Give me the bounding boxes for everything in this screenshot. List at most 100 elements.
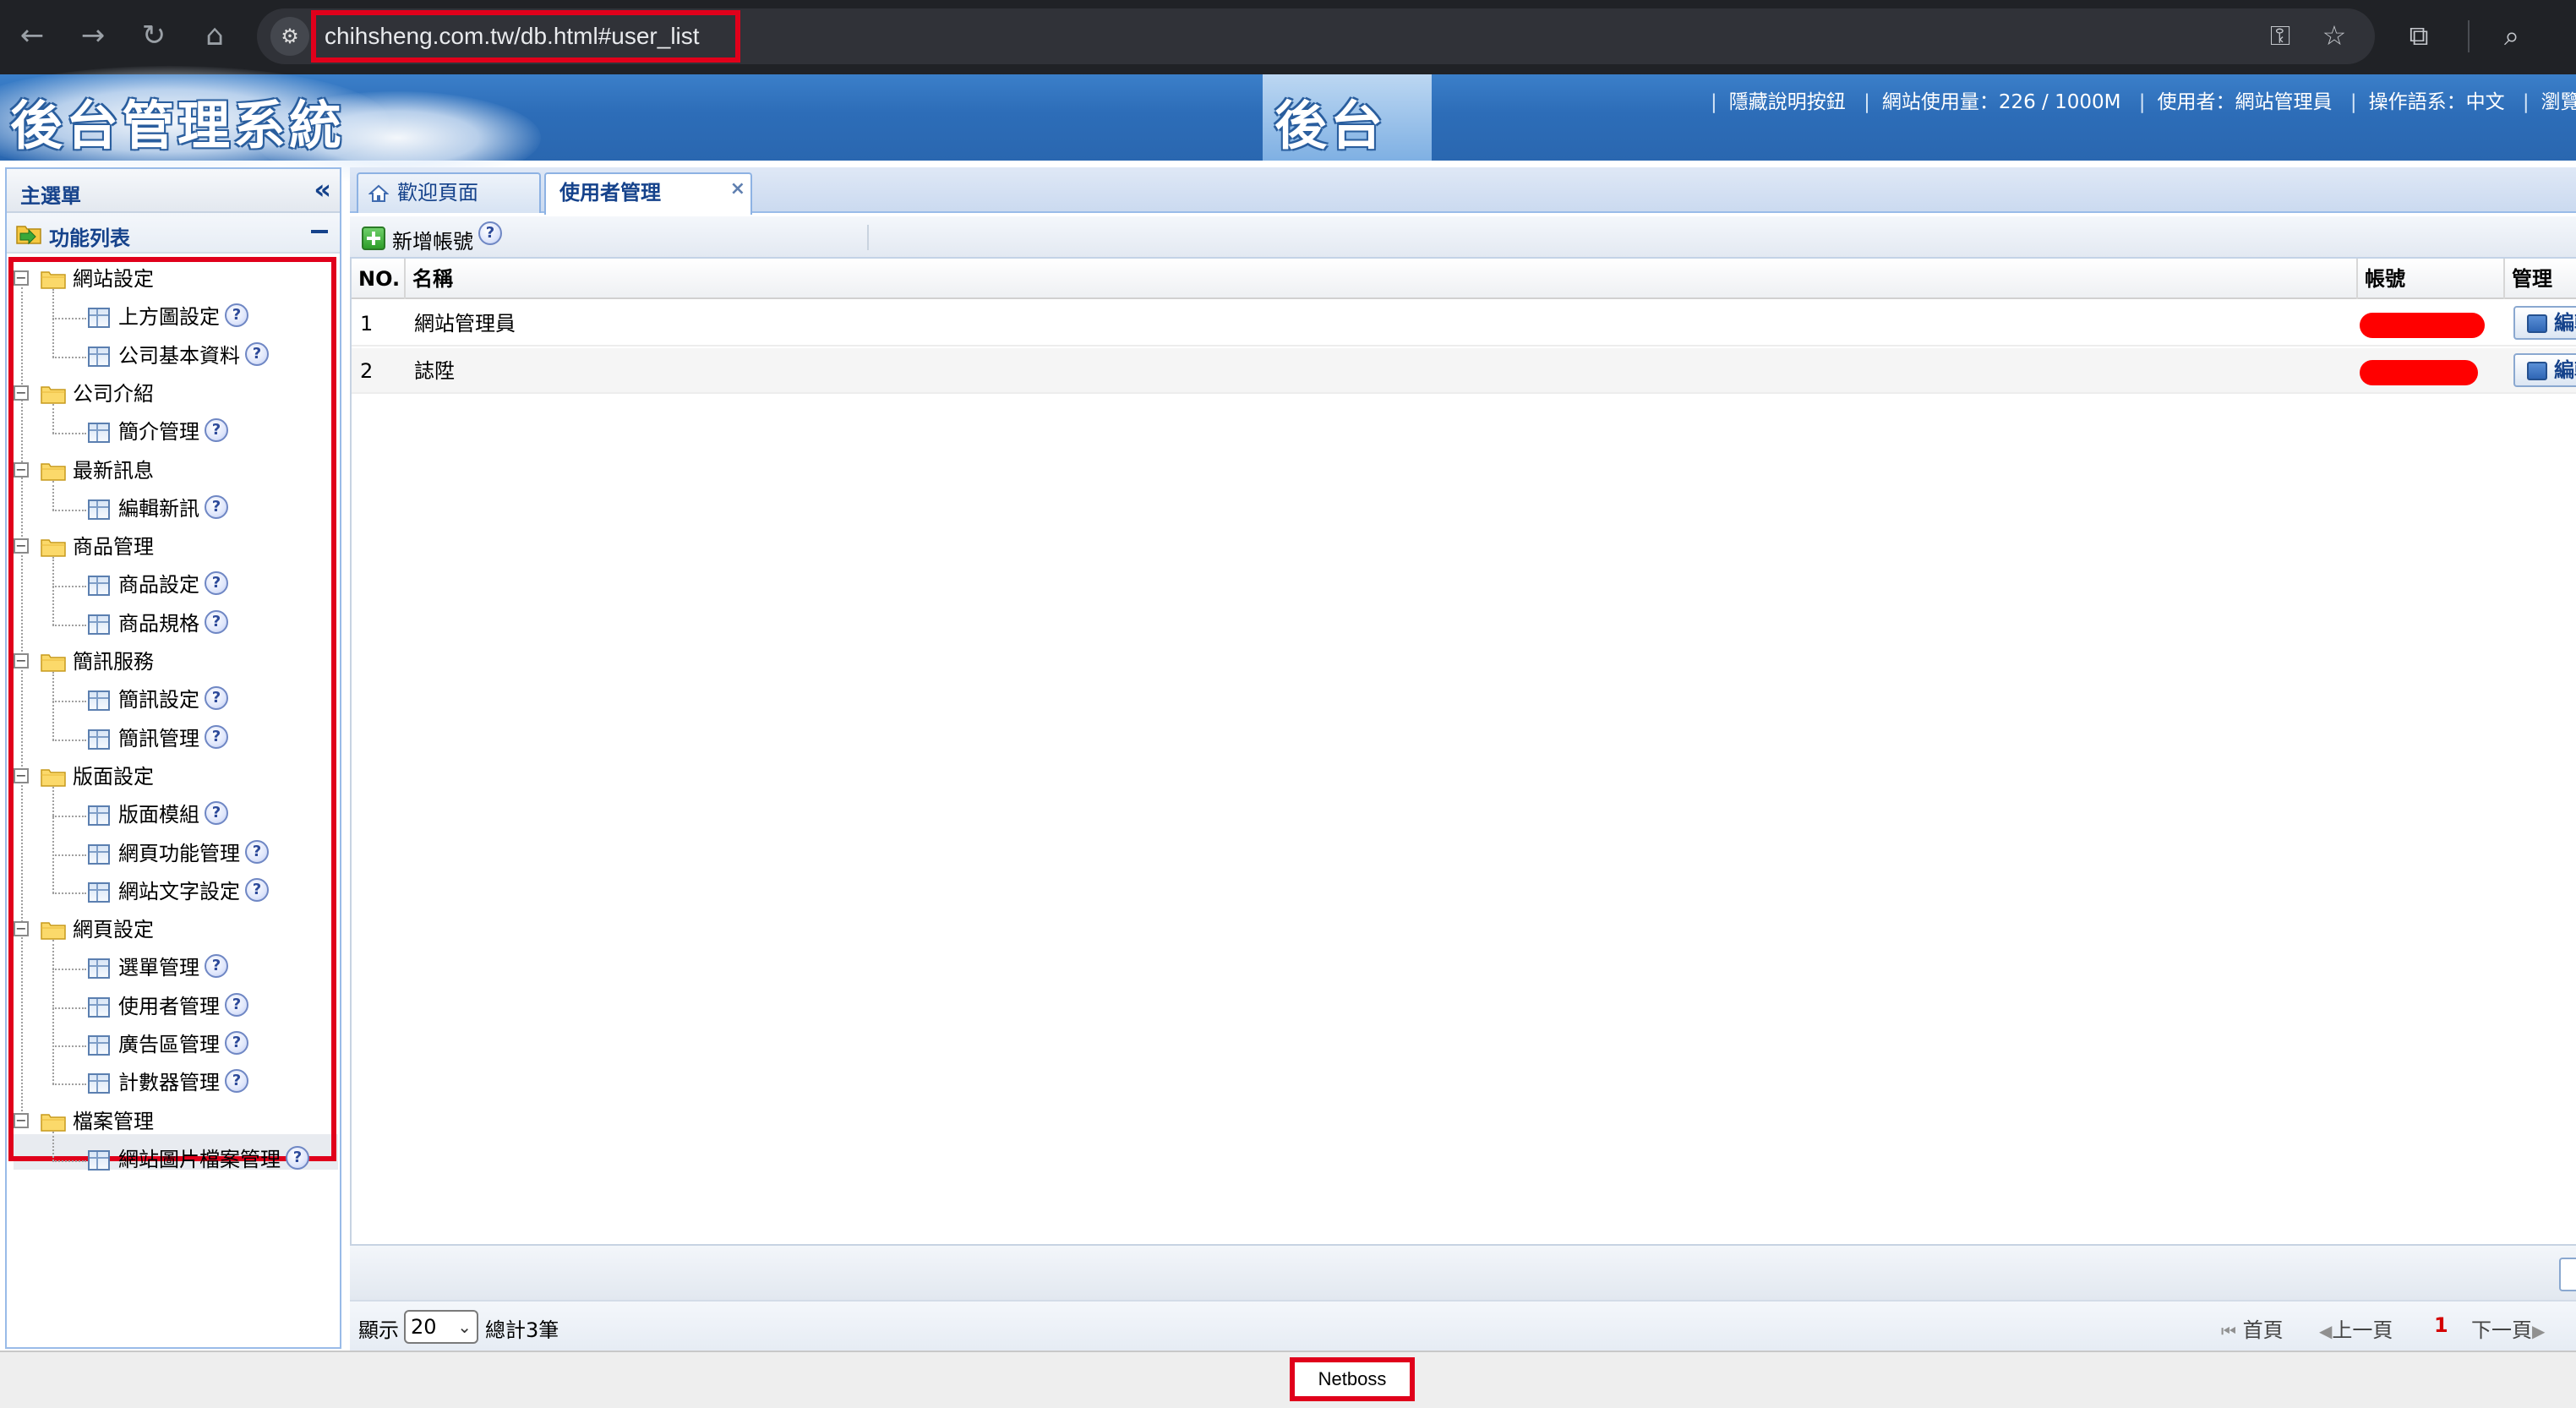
star-icon[interactable]: ☆ — [2311, 12, 2358, 59]
tree-item-6-3[interactable]: 計數器管理 — [118, 1066, 220, 1100]
language-link[interactable]: 操作語系：中文 — [2369, 85, 2505, 114]
folder-icon — [41, 386, 66, 404]
redacted-account — [2360, 313, 2485, 338]
help-icon[interactable]: ? — [225, 1031, 248, 1055]
prev-page-label: 上一頁 — [2332, 1318, 2393, 1342]
main-menu-title: 主選單 — [20, 184, 81, 208]
edit-button[interactable]: 編輯 — [2513, 306, 2576, 340]
tree-item-0-1[interactable]: 公司基本資料 — [118, 339, 240, 373]
tab-strip: 歡迎頁面 使用者管理 × — [350, 167, 2576, 215]
collapse-panel-icon[interactable]: « — [314, 176, 331, 203]
tree-item-4-0[interactable]: 簡訊設定 — [118, 683, 199, 717]
next-page-label: 下一頁 — [2471, 1318, 2532, 1342]
tree-item-3-0[interactable]: 商品設定 — [118, 568, 199, 602]
tree-folder-2[interactable]: 最新訊息 — [73, 454, 154, 488]
first-page-button[interactable]: ⏮ 首頁 — [2221, 1313, 2284, 1343]
site-info-icon[interactable]: ⚙ — [270, 17, 309, 56]
browser-toolbar: ← → ↻ ⌂ ⚙ chihsheng.com.tw/db.html#user_… — [0, 0, 2576, 74]
tree-expander-icon[interactable]: − — [14, 270, 29, 286]
tree-folder-4[interactable]: 簡訊服務 — [73, 645, 154, 679]
tree-connector — [52, 1083, 86, 1086]
tree-connector — [52, 701, 86, 703]
add-account-button[interactable]: 新增帳號 — [392, 225, 473, 254]
help-icon[interactable]: ? — [245, 839, 269, 864]
tree-folder-1[interactable]: 公司介紹 — [73, 377, 154, 411]
help-icon[interactable]: ? — [205, 494, 228, 519]
help-icon[interactable]: ? — [205, 724, 228, 749]
tree-connector — [52, 403, 54, 434]
tree-item-0-0[interactable]: 上方圖設定 — [118, 300, 220, 334]
footer-button[interactable] — [2559, 1258, 2576, 1291]
help-icon[interactable]: ? — [245, 877, 269, 902]
page-size-select[interactable]: 20 ⌄ — [404, 1310, 478, 1344]
back-icon[interactable]: ← — [8, 12, 56, 59]
tree-item-4-1[interactable]: 簡訊管理 — [118, 722, 199, 756]
tree-folder-0[interactable]: 網站設定 — [73, 262, 154, 296]
close-icon[interactable]: × — [730, 171, 745, 208]
col-no[interactable]: NO. — [352, 259, 406, 299]
tree-item-7-0[interactable]: 網站圖片檔案管理 — [118, 1143, 281, 1176]
search-tab-icon[interactable]: ⌕ — [2488, 12, 2535, 59]
tree-connector — [52, 509, 86, 511]
tree-item-2-0[interactable]: 編輯新訊 — [118, 492, 199, 526]
collapse-tree-icon[interactable] — [311, 230, 328, 233]
add-icon[interactable] — [362, 226, 385, 250]
tree-expander-icon[interactable]: − — [14, 385, 29, 401]
key-icon[interactable]: ⚿ — [2257, 12, 2304, 59]
table-row[interactable]: 2 誌陞 編輯 — [352, 348, 2576, 394]
tree-expander-icon[interactable]: − — [14, 538, 29, 554]
tree-folder-5[interactable]: 版面設定 — [73, 760, 154, 794]
table-row[interactable]: 1 網站管理員 編輯 — [352, 301, 2576, 347]
next-page-icon: ▶ — [2532, 1321, 2546, 1341]
col-name[interactable]: 名稱 — [406, 259, 2358, 299]
help-icon[interactable]: ? — [205, 801, 228, 826]
col-account[interactable]: 帳號 — [2358, 259, 2505, 299]
hide-help-link[interactable]: 隱藏說明按鈕 — [1729, 85, 1846, 114]
help-icon[interactable]: ? — [205, 418, 228, 443]
tree-item-1-0[interactable]: 簡介管理 — [118, 415, 199, 449]
help-icon[interactable]: ? — [286, 1145, 309, 1170]
tree-folder-6[interactable]: 網頁設定 — [73, 913, 154, 947]
page-size-label: 顯示 — [358, 1318, 399, 1342]
tab-welcome[interactable]: 歡迎頁面 — [357, 172, 541, 213]
func-list-bar[interactable]: 功能列表 — [7, 213, 340, 254]
browse-link[interactable]: 瀏覽網 — [2541, 85, 2576, 114]
tree-folder-3[interactable]: 商品管理 — [73, 530, 154, 564]
tree-item-5-2[interactable]: 網站文字設定 — [118, 875, 240, 909]
url-text[interactable]: chihsheng.com.tw/db.html#user_list — [311, 10, 740, 63]
total-count: 總計3筆 — [485, 1318, 559, 1342]
tree-item-5-0[interactable]: 版面模組 — [118, 798, 199, 832]
forward-icon[interactable]: → — [69, 12, 117, 59]
tree-folder-7[interactable]: 檔案管理 — [73, 1105, 154, 1138]
tree-expander-icon[interactable]: − — [14, 461, 29, 478]
page-icon — [88, 423, 110, 444]
brand-link[interactable]: Netboss — [1290, 1357, 1415, 1401]
redacted-account — [2360, 360, 2478, 385]
help-icon[interactable]: ? — [225, 992, 248, 1017]
page-icon — [88, 1149, 110, 1171]
next-page-button[interactable]: 下一頁▶ — [2471, 1313, 2545, 1343]
reload-icon[interactable]: ↻ — [130, 12, 177, 59]
tree-item-6-2[interactable]: 廣告區管理 — [118, 1028, 220, 1061]
tree-expander-icon[interactable]: − — [14, 653, 29, 669]
tree-connector — [52, 940, 54, 1085]
row-name: 網站管理員 — [414, 312, 516, 336]
main-menu-header: 主選單 « — [7, 169, 340, 213]
tree-item-6-0[interactable]: 選單管理 — [118, 951, 199, 985]
prev-page-button[interactable]: ◀上一頁 — [2319, 1313, 2393, 1343]
tree-expander-icon[interactable]: − — [14, 921, 29, 937]
prev-page-icon: ◀ — [2319, 1321, 2333, 1341]
extensions-icon[interactable]: ⧉ — [2395, 12, 2442, 59]
tree-expander-icon[interactable]: − — [14, 767, 29, 783]
tab-user-management[interactable]: 使用者管理 × — [544, 172, 752, 215]
tree-expander-icon[interactable]: − — [14, 1112, 29, 1128]
tree-item-5-1[interactable]: 網頁功能管理 — [118, 837, 240, 870]
col-manage[interactable]: 管理 — [2505, 259, 2576, 299]
help-icon[interactable]: ? — [205, 609, 228, 634]
edit-button[interactable]: 編輯 — [2513, 353, 2576, 387]
home-icon[interactable]: ⌂ — [191, 12, 238, 59]
tree-item-3-1[interactable]: 商品規格 — [118, 607, 199, 641]
tree-item-6-1[interactable]: 使用者管理 — [118, 990, 220, 1023]
help-icon[interactable]: ? — [478, 221, 502, 245]
help-icon[interactable]: ? — [245, 341, 269, 366]
